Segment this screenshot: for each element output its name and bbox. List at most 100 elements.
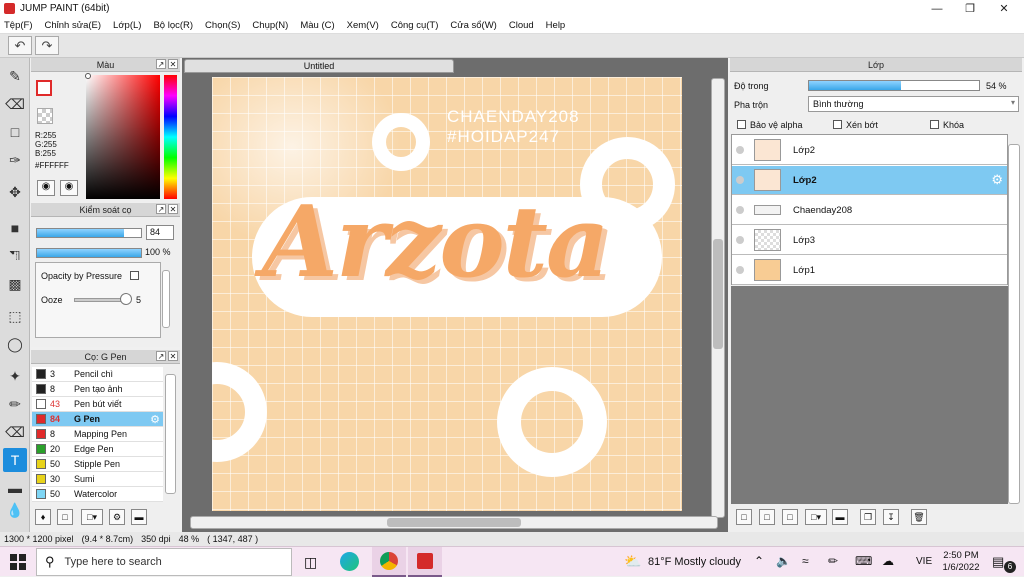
notification-icon[interactable]: ▤ [992, 554, 1004, 570]
brush-item[interactable]: 43 Pen bút viết [32, 397, 163, 412]
menu-view[interactable]: Xem(V) [347, 20, 379, 31]
brush-tool-icon[interactable]: ✎ [3, 64, 27, 88]
layer-row[interactable]: Lớp1 [732, 256, 1007, 285]
gear-icon[interactable]: ⚙ [991, 172, 1003, 188]
maximize-button[interactable]: ❐ [953, 0, 987, 17]
float-icon[interactable]: ↗ [156, 351, 166, 361]
magic-wand-tool-icon[interactable]: ✦ [3, 364, 27, 388]
brush-size-bar[interactable] [36, 228, 142, 238]
trash-icon[interactable]: 🗑 [911, 509, 927, 525]
menu-file[interactable]: Tệp(F) [4, 20, 33, 31]
brush-tree-icon[interactable]: ♦ [35, 509, 51, 525]
new-layer-8bit-icon[interactable]: □ [759, 509, 775, 525]
wifi-icon[interactable]: ≈ [802, 554, 809, 568]
menu-edit[interactable]: Chỉnh sửa(E) [45, 20, 102, 31]
menu-filter[interactable]: Bộ lọc(R) [153, 20, 193, 31]
gradient-tool-icon[interactable]: ▩ [3, 272, 27, 296]
layer-row[interactable]: Lớp2 [732, 136, 1007, 165]
visibility-icon[interactable] [736, 266, 744, 274]
opacity-by-pressure-checkbox[interactable] [129, 271, 139, 280]
canvas[interactable]: CHAENDAY208 #HOIDAP247 Arzota [212, 77, 682, 511]
menu-help[interactable]: Help [546, 20, 566, 31]
lock-checkbox[interactable] [930, 120, 939, 129]
new-layer-icon[interactable]: □ [736, 509, 752, 525]
menu-tools[interactable]: Công cụ(T) [391, 20, 439, 31]
new-brush-icon[interactable]: □ [57, 509, 73, 525]
close-icon[interactable]: ✕ [168, 59, 178, 69]
task-view-icon[interactable]: ◫ [304, 554, 317, 571]
blend-mode-select[interactable]: Bình thường ▾ [808, 96, 1019, 112]
palette-edit-icon[interactable]: ◉ [60, 180, 78, 196]
new-layer-1bit-icon[interactable]: □ [782, 509, 798, 525]
eraser-tool-icon[interactable]: ⌫ [3, 92, 27, 116]
close-icon[interactable]: ✕ [168, 204, 178, 214]
cloud-icon[interactable]: ☁ [882, 554, 894, 568]
weather-text[interactable]: 81°F Mostly cloudy [648, 556, 741, 568]
brush-opacity-bar[interactable] [36, 248, 142, 258]
brush-item[interactable]: 50 Stipple Pen [32, 457, 163, 472]
ooze-slider-handle[interactable] [120, 293, 132, 305]
text-tool-icon[interactable]: T [3, 448, 27, 472]
menu-capture[interactable]: Chụp(N) [252, 20, 288, 31]
divider-tool-icon[interactable]: ▬ [3, 476, 27, 500]
keyboard-icon[interactable]: ⌨ [855, 554, 872, 568]
windows-start-icon[interactable] [10, 554, 26, 570]
select-rect-tool-icon[interactable]: □ [3, 120, 27, 144]
layer-row-selected[interactable]: Lớp2 ⚙ [732, 166, 1007, 195]
brush-folder-icon[interactable]: ▬ [131, 509, 147, 525]
lasso-tool-icon[interactable]: ◯ [3, 332, 27, 356]
taskbar-search[interactable]: ⚲ Type here to search [36, 548, 292, 576]
float-icon[interactable]: ↗ [156, 59, 166, 69]
layer-opacity-bar[interactable] [808, 80, 980, 91]
menu-select[interactable]: Chọn(S) [205, 20, 240, 31]
eyedropper-tool-icon[interactable]: 💧 [3, 498, 27, 522]
layer-row[interactable]: Chaenday208 [732, 196, 1007, 225]
move-tool-icon[interactable]: ✥ [3, 180, 27, 204]
brush-item[interactable]: 8 Mapping Pen [32, 427, 163, 442]
float-icon[interactable]: ↗ [156, 204, 166, 214]
merge-layer-icon[interactable]: ↧ [883, 509, 899, 525]
input-language[interactable]: VIE [916, 556, 932, 567]
brush-item[interactable]: 8 Pen tạo ảnh [32, 382, 163, 397]
jumppaint-taskbar-item[interactable] [408, 547, 442, 577]
menu-cloud[interactable]: Cloud [509, 20, 534, 31]
saturation-value-picker[interactable] [86, 75, 160, 199]
visibility-icon[interactable] [736, 146, 744, 154]
options-scrollbar[interactable] [162, 270, 170, 328]
protect-alpha-checkbox[interactable] [737, 120, 746, 129]
select-eraser-tool-icon[interactable]: ⌫ [3, 420, 27, 444]
hue-slider[interactable] [164, 75, 177, 199]
brush-size-input[interactable]: 84 [146, 225, 174, 240]
clipping-checkbox[interactable] [833, 120, 842, 129]
duplicate-layer-icon[interactable]: ❐ [860, 509, 876, 525]
folder-icon[interactable]: ▬ [832, 509, 848, 525]
canvas-vscroll-thumb[interactable] [713, 239, 723, 349]
redo-icon[interactable]: ↷ [35, 36, 59, 55]
visibility-icon[interactable] [736, 206, 744, 214]
menu-window[interactable]: Cửa sổ(W) [450, 20, 496, 31]
new-layer-menu-icon[interactable]: □▾ [805, 509, 827, 525]
canvas-hscroll-thumb[interactable] [387, 518, 521, 527]
brush-item-selected[interactable]: 84 G Pen ⚙ [32, 412, 163, 427]
brush-item[interactable]: 30 Sumi [32, 472, 163, 487]
canvas-vscrollbar[interactable] [711, 78, 725, 518]
brush-settings-icon[interactable]: ⚙ [109, 509, 125, 525]
brush-item[interactable]: 20 Edge Pen [32, 442, 163, 457]
undo-icon[interactable]: ↶ [8, 36, 32, 55]
chevron-up-icon[interactable]: ⌃ [754, 554, 764, 568]
close-button[interactable]: ✕ [987, 0, 1021, 17]
bucket-tool-icon[interactable]: ⛠ [3, 244, 27, 268]
brush-item[interactable]: 3 Pencil chì [32, 367, 163, 382]
transparent-swatch[interactable] [37, 108, 53, 124]
sv-cursor[interactable] [85, 73, 91, 79]
brush-copy-icon[interactable]: □▾ [81, 509, 103, 525]
chrome-taskbar-item[interactable] [372, 547, 406, 577]
brush-item[interactable]: 50 Watercolor [32, 487, 163, 502]
minimize-button[interactable]: — [920, 0, 954, 17]
palette-icon[interactable]: ◉ [37, 180, 55, 196]
pen-workspace-icon[interactable]: ✏ [828, 554, 838, 568]
brush-list-scrollbar[interactable] [165, 374, 176, 494]
primary-color-swatch[interactable] [36, 80, 52, 96]
clock[interactable]: 2:50 PM 1/6/2022 [941, 550, 981, 574]
canvas-tab[interactable]: Untitled [184, 59, 454, 73]
